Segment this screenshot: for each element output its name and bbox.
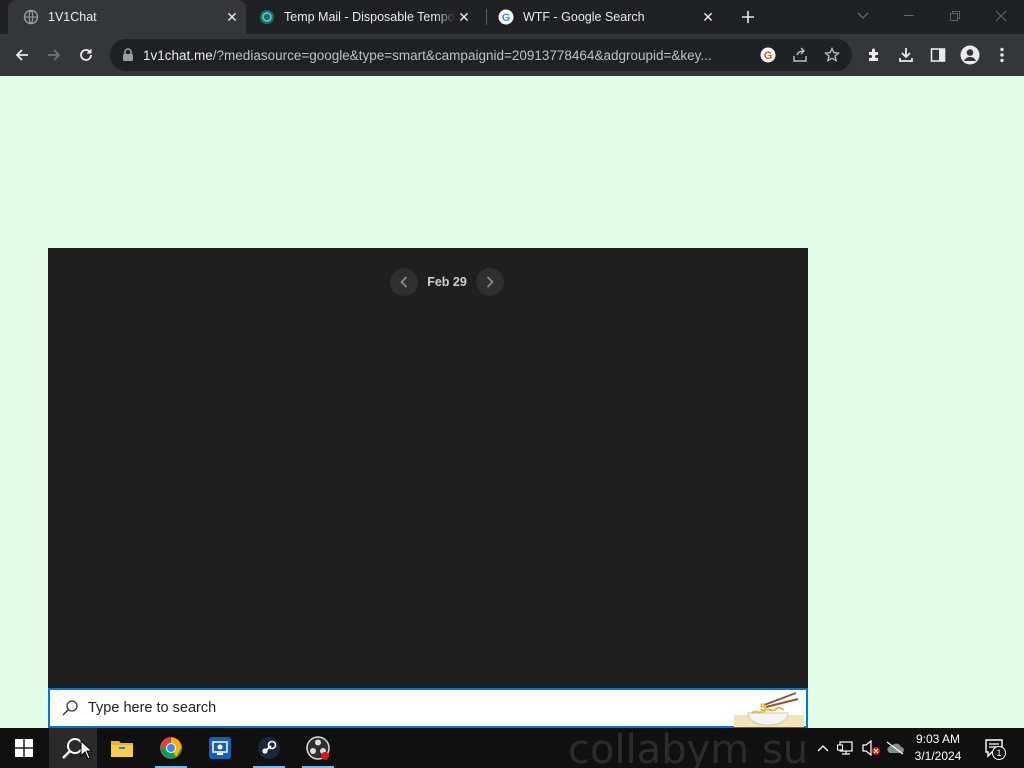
tab-1v1chat[interactable]: 1V1Chat ✕ bbox=[8, 0, 246, 34]
notification-count-badge: 1 bbox=[992, 746, 1006, 760]
taskbar-chrome[interactable] bbox=[147, 728, 195, 768]
search-highlight-noodle-icon[interactable]: 5 bbox=[734, 691, 804, 727]
tab-temp-mail[interactable]: Temp Mail - Disposable Temporary Email ✕ bbox=[246, 0, 478, 34]
page-content: Feb 29 bbox=[0, 76, 1024, 728]
file-explorer-icon bbox=[111, 741, 133, 757]
start-button[interactable] bbox=[0, 728, 48, 768]
taskbar-obs[interactable] bbox=[294, 728, 342, 768]
bookmark-star-icon[interactable] bbox=[823, 46, 841, 63]
google-lens-icon[interactable]: G bbox=[760, 47, 776, 63]
svg-text:G: G bbox=[502, 12, 511, 24]
watermark-text: collabym suck bbox=[568, 728, 808, 768]
close-tab-icon[interactable]: ✕ bbox=[700, 9, 716, 25]
clock-time: 9:03 AM bbox=[915, 732, 961, 746]
previous-date-button[interactable] bbox=[390, 268, 418, 296]
network-icon[interactable] bbox=[836, 728, 856, 768]
side-panel-icon[interactable] bbox=[924, 41, 952, 69]
globe-icon bbox=[23, 9, 39, 25]
svg-text:5: 5 bbox=[760, 702, 766, 714]
taskbar-remote-desktop[interactable] bbox=[196, 728, 244, 768]
url-domain: 1v1chat.me bbox=[143, 47, 213, 63]
date-navigator: Feb 29 bbox=[390, 268, 504, 296]
onedrive-offline-icon[interactable] bbox=[884, 728, 906, 768]
profile-avatar-icon[interactable] bbox=[956, 41, 984, 69]
tempmail-icon bbox=[259, 9, 275, 25]
google-icon: G bbox=[498, 9, 514, 25]
remote-desktop-icon bbox=[209, 737, 231, 759]
tab-title: 1V1Chat bbox=[48, 10, 97, 24]
windows-taskbar: collabym suck bbox=[0, 728, 1024, 768]
downloads-icon[interactable] bbox=[892, 41, 920, 69]
tab-google-search[interactable]: G WTF - Google Search ✕ bbox=[486, 0, 722, 34]
svg-text:G: G bbox=[764, 50, 773, 62]
mouse-cursor-icon bbox=[80, 740, 92, 760]
windows-search-input[interactable] bbox=[88, 700, 688, 716]
volume-muted-icon[interactable] bbox=[860, 728, 882, 768]
tab-search-chevron-icon[interactable] bbox=[840, 0, 886, 32]
taskbar-steam[interactable] bbox=[245, 728, 293, 768]
show-hidden-icons-chevron-icon[interactable] bbox=[814, 728, 832, 768]
windows-start-icon bbox=[15, 739, 33, 757]
steam-icon bbox=[258, 737, 280, 759]
chrome-icon bbox=[160, 737, 182, 759]
browser-toolbar: 1v1chat.me/?mediasource=google&type=smar… bbox=[0, 34, 1024, 76]
close-tab-icon[interactable]: ✕ bbox=[224, 9, 240, 25]
video-panel[interactable]: Feb 29 bbox=[48, 248, 808, 690]
lock-icon[interactable] bbox=[120, 47, 136, 63]
reload-button[interactable] bbox=[72, 41, 100, 69]
url-path: /?mediasource=google&type=smart&campaign… bbox=[212, 47, 712, 63]
obs-icon bbox=[306, 736, 330, 760]
url-text: 1v1chat.me/?mediasource=google&type=smar… bbox=[143, 48, 743, 63]
restore-button[interactable] bbox=[932, 0, 978, 32]
forward-button[interactable] bbox=[40, 41, 68, 69]
search-icon bbox=[60, 698, 80, 718]
taskbar-file-explorer[interactable] bbox=[98, 728, 146, 768]
address-bar[interactable]: 1v1chat.me/?mediasource=google&type=smar… bbox=[110, 39, 852, 71]
close-tab-icon[interactable]: ✕ bbox=[456, 9, 472, 25]
taskbar-clock[interactable]: 9:03 AM 3/1/2024 bbox=[906, 731, 970, 765]
back-button[interactable] bbox=[8, 41, 36, 69]
windows-search-box[interactable]: 5 bbox=[48, 688, 808, 728]
browser-tab-strip: 1V1Chat ✕ Temp Mail - Disposable Tempora… bbox=[0, 0, 1024, 34]
extensions-icon[interactable] bbox=[860, 41, 888, 69]
minimize-button[interactable] bbox=[886, 0, 932, 32]
clock-date: 3/1/2024 bbox=[914, 749, 962, 763]
chrome-menu-icon[interactable] bbox=[988, 41, 1016, 69]
date-label: Feb 29 bbox=[427, 275, 467, 289]
close-window-button[interactable] bbox=[978, 0, 1024, 32]
tab-title: WTF - Google Search bbox=[523, 10, 645, 24]
next-date-button[interactable] bbox=[475, 268, 504, 296]
action-center-button[interactable]: 1 bbox=[980, 734, 1008, 762]
new-tab-button[interactable] bbox=[736, 5, 760, 29]
share-icon[interactable] bbox=[792, 47, 808, 63]
tab-title: Temp Mail - Disposable Temporary Email bbox=[284, 10, 456, 24]
